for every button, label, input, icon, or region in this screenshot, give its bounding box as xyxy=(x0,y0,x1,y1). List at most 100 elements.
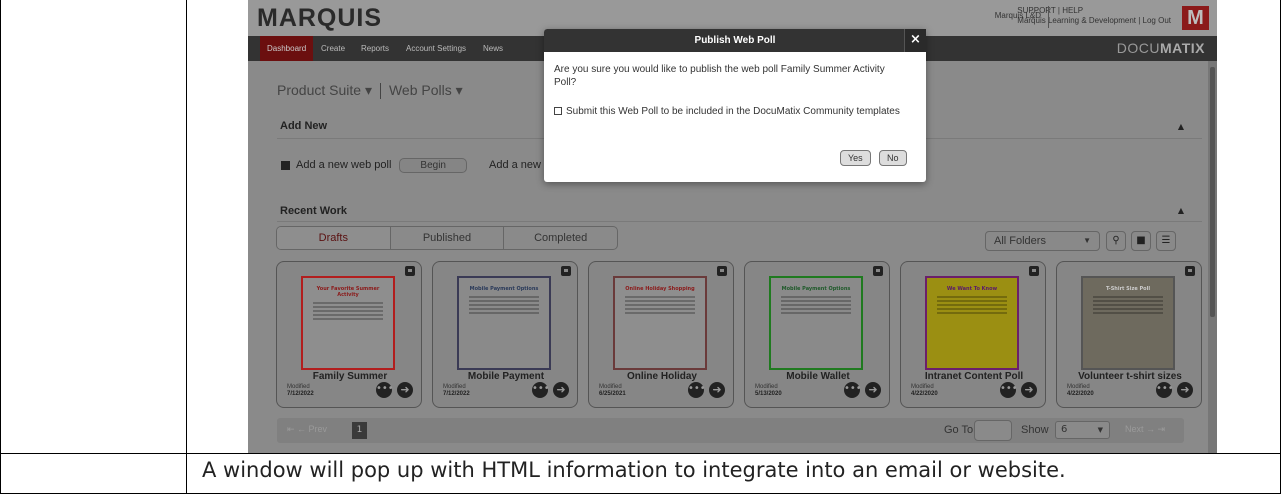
poll-thumbnail[interactable]: T-Shirt Size Poll xyxy=(1081,276,1175,370)
more-options-icon[interactable]: ••• xyxy=(1000,382,1018,398)
divider xyxy=(1048,6,1049,28)
poll-thumbnail[interactable]: Online Holiday Shopping xyxy=(613,276,707,370)
poll-card[interactable]: Your Favorite Summer Activity Family Summ… xyxy=(276,261,422,408)
begin-button[interactable]: Begin xyxy=(399,158,467,173)
add-new-label-2: Add a new xyxy=(488,159,541,171)
add-new-heading: Add New xyxy=(280,120,328,132)
section-rule xyxy=(277,221,1202,222)
community-checkbox-row: Submit this Web Poll to be included in t… xyxy=(554,105,904,118)
app-screenshot: MARQUIS Marquis L&D SUPPORT | HELP Marqu… xyxy=(248,0,1217,453)
modified-info: Modified 6/25/2021 xyxy=(599,384,626,397)
tab-completed[interactable]: Completed xyxy=(504,227,617,249)
recent-work-heading: Recent Work xyxy=(280,205,348,217)
list-view-icon[interactable]: ☰ xyxy=(1156,231,1176,251)
work-tabs: Drafts Published Completed xyxy=(276,226,618,250)
poll-thumbnail[interactable]: Mobile Payment Options xyxy=(457,276,551,370)
more-options-icon[interactable]: ••• xyxy=(844,382,862,398)
arrow-right-icon[interactable]: ➜ xyxy=(1177,382,1193,398)
marquis-logo: MARQUIS xyxy=(257,4,383,32)
arrow-right-icon[interactable]: ➜ xyxy=(397,382,413,398)
thumbnail-title: T-Shirt Size Poll xyxy=(1105,286,1151,292)
table-row-divider xyxy=(0,453,1281,454)
next-button[interactable]: Next → ⇥ xyxy=(1125,424,1165,435)
nav-dashboard[interactable]: Dashboard xyxy=(260,36,314,61)
poll-card[interactable]: Online Holiday Shopping Online Holiday Mod… xyxy=(588,261,734,408)
card-menu-icon[interactable] xyxy=(561,266,571,276)
arrow-right-icon[interactable]: ➜ xyxy=(709,382,725,398)
card-menu-icon[interactable] xyxy=(873,266,883,276)
tab-published[interactable]: Published xyxy=(391,227,505,249)
search-icon[interactable]: ⚲ xyxy=(1106,231,1126,251)
card-title: Volunteer t-shirt sizes xyxy=(1078,371,1182,382)
community-checkbox[interactable] xyxy=(554,107,562,115)
thumbnail-title: Your Favorite Summer Activity xyxy=(316,286,380,298)
dialog-question: Are you sure you would like to publish t… xyxy=(554,64,885,88)
scrollbar-thumb[interactable] xyxy=(1210,67,1215,317)
go-to-input[interactable] xyxy=(974,420,1012,441)
collapse-icon[interactable]: ▲ xyxy=(1178,122,1184,131)
folder-icon[interactable]: ■ xyxy=(1131,231,1151,251)
thumbnail-title: We Want To Know xyxy=(946,286,998,292)
more-options-icon[interactable]: ••• xyxy=(532,382,550,398)
nav-account-settings[interactable]: Account Settings xyxy=(399,36,473,61)
poll-card[interactable]: Mobile Payment Options Mobile Wallet Modif… xyxy=(744,261,890,408)
scrollbar[interactable] xyxy=(1208,61,1217,453)
poll-thumbnail[interactable]: Your Favorite Summer Activity xyxy=(301,276,395,370)
show-select[interactable]: 6 ▼ xyxy=(1055,421,1110,439)
poll-thumbnail[interactable]: Mobile Payment Options xyxy=(769,276,863,370)
poll-thumbnail[interactable]: We Want To Know xyxy=(925,276,1019,370)
step-caption: A window will pop up with HTML informati… xyxy=(202,458,1066,482)
modified-info: Modified 4/22/2020 xyxy=(1067,384,1094,397)
community-checkbox-label[interactable]: Submit this Web Poll to be included in t… xyxy=(566,106,900,117)
go-to-label: Go To xyxy=(944,424,974,436)
card-menu-icon[interactable] xyxy=(405,266,415,276)
yes-button[interactable]: Yes xyxy=(840,150,871,166)
nav-reports[interactable]: Reports xyxy=(354,36,396,61)
close-icon[interactable]: × xyxy=(904,29,926,52)
add-new-row: Add a new web poll Begin Add a new xyxy=(281,158,541,173)
web-polls-dropdown[interactable]: Web Polls ▾ xyxy=(389,82,463,98)
poll-card[interactable]: We Want To Know Intranet Content Poll Modi… xyxy=(900,261,1046,408)
thumbnail-title: Mobile Payment Options xyxy=(469,286,539,292)
product-suite-dropdown[interactable]: Product Suite ▾ xyxy=(277,82,372,98)
arrow-right-icon[interactable]: ➜ xyxy=(865,382,881,398)
card-title: Family Summer xyxy=(312,371,388,382)
no-button[interactable]: No xyxy=(879,150,907,166)
add-web-poll-label: Add a new web poll xyxy=(296,159,392,171)
card-menu-icon[interactable] xyxy=(1029,266,1039,276)
card-title: Intranet Content Poll xyxy=(924,371,1024,382)
modified-info: Modified 4/22/2020 xyxy=(911,384,938,397)
card-title: Mobile Payment xyxy=(467,371,545,382)
thumbnail-title: Online Holiday Shopping xyxy=(625,286,695,292)
poll-card[interactable]: Mobile Payment Options Mobile Payment Modi… xyxy=(432,261,578,408)
arrow-right-icon[interactable]: ➜ xyxy=(553,382,569,398)
more-options-icon[interactable]: ••• xyxy=(1156,382,1174,398)
modified-info: Modified 7/12/2022 xyxy=(287,384,314,397)
chevron-down-icon: ▼ xyxy=(1083,236,1091,245)
table-divider xyxy=(186,0,187,494)
prev-button[interactable]: ⇤ ← Prev xyxy=(287,424,327,435)
thumbnail-title: Mobile Payment Options xyxy=(781,286,851,292)
nav-create[interactable]: Create xyxy=(314,36,352,61)
arrow-right-icon[interactable]: ➜ xyxy=(1021,382,1037,398)
user-name[interactable]: Marquis L&D xyxy=(995,11,1041,20)
documatix-logo: DOCUMATIX xyxy=(1116,40,1205,56)
pagination: ⇤ ← Prev 1 Go To Show 6 ▼ Next → ⇥ xyxy=(277,418,1184,443)
collapse-icon[interactable]: ▲ xyxy=(1178,206,1184,215)
chevron-down-icon: ▼ xyxy=(1097,426,1103,434)
nav-news[interactable]: News xyxy=(476,36,510,61)
poll-card[interactable]: T-Shirt Size Poll Volunteer t-shirt sizes… xyxy=(1056,261,1202,408)
marquis-m-logo: M xyxy=(1182,6,1209,30)
card-title: Mobile Wallet xyxy=(786,371,850,382)
folder-select[interactable]: All Folders ▼ xyxy=(985,231,1100,251)
account-links: Marquis L&D SUPPORT | HELP Marquis Learn… xyxy=(995,6,1171,28)
page-1-button[interactable]: 1 xyxy=(352,422,367,439)
more-options-icon[interactable]: ••• xyxy=(376,382,394,398)
modified-info: Modified 5/13/2020 xyxy=(755,384,782,397)
divider xyxy=(379,83,381,100)
card-menu-icon[interactable] xyxy=(717,266,727,276)
modified-info: Modified 7/12/2022 xyxy=(443,384,470,397)
card-menu-icon[interactable] xyxy=(1185,266,1195,276)
tab-drafts[interactable]: Drafts xyxy=(277,227,391,249)
more-options-icon[interactable]: ••• xyxy=(688,382,706,398)
